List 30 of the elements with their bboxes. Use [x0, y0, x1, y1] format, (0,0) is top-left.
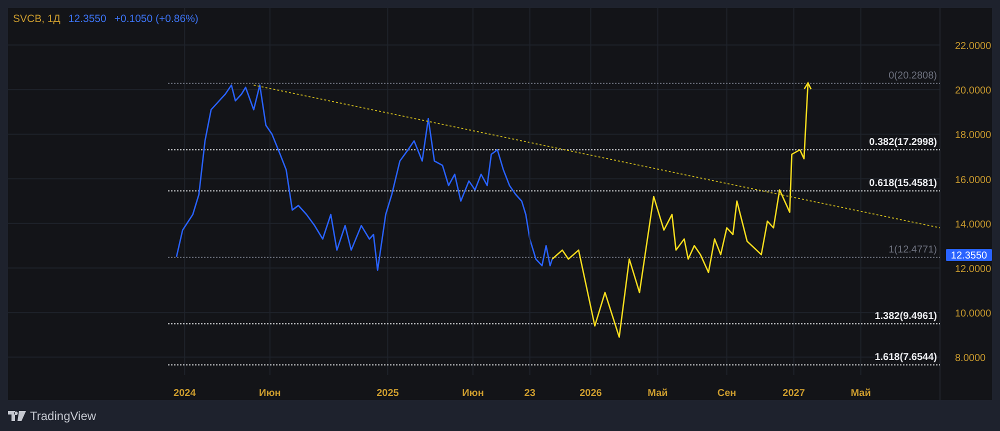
logo-icon: [8, 410, 26, 420]
price-axis-label: 16.0000: [955, 174, 992, 186]
price-axis-label: 10.0000: [955, 308, 992, 320]
current-price-tag: 12.3550: [946, 249, 992, 262]
fibonacci-level-label: 1.618(7.6544): [874, 352, 937, 363]
time-axis-label: 23: [524, 388, 536, 399]
time-axis-label: Май: [850, 388, 871, 399]
time-axis-label: 2027: [782, 388, 805, 399]
fibonacci-level-label: 1(12.4771): [888, 244, 937, 256]
fibonacci-level-label: 0.382(17.2998): [869, 136, 937, 148]
fibonacci-level-label: 1.382(9.4961): [874, 310, 937, 322]
brand-name: TradingView: [30, 408, 96, 424]
time-axis-label: 2024: [174, 388, 196, 399]
fibonacci-level-label: 0.618(15.4581): [869, 178, 937, 189]
price-axis-label: 8.0000: [955, 353, 986, 364]
fibonacci-level-label: 0(20.2808): [888, 70, 937, 82]
time-axis-label: Сен: [717, 388, 736, 399]
time-axis-label: Июн: [259, 388, 281, 399]
symbol-label: SVCB, 1Д: [13, 12, 60, 27]
time-axis-label: 2025: [376, 388, 399, 399]
time-axis-label: Май: [648, 388, 668, 399]
price-value: 12.3550: [68, 12, 106, 27]
time-axis-label: 2026: [580, 388, 602, 399]
price-axis-label: 14.0000: [955, 219, 992, 230]
time-axis-label: Июн: [462, 388, 484, 399]
price-change: +0.1050 (+0.86%): [114, 12, 198, 27]
price-axis-label: 12.0000: [955, 264, 992, 275]
price-axis-label: 22.0000: [955, 41, 992, 52]
price-axis-label: 20.0000: [955, 86, 992, 97]
price-axis-label: 18.0000: [955, 130, 992, 142]
